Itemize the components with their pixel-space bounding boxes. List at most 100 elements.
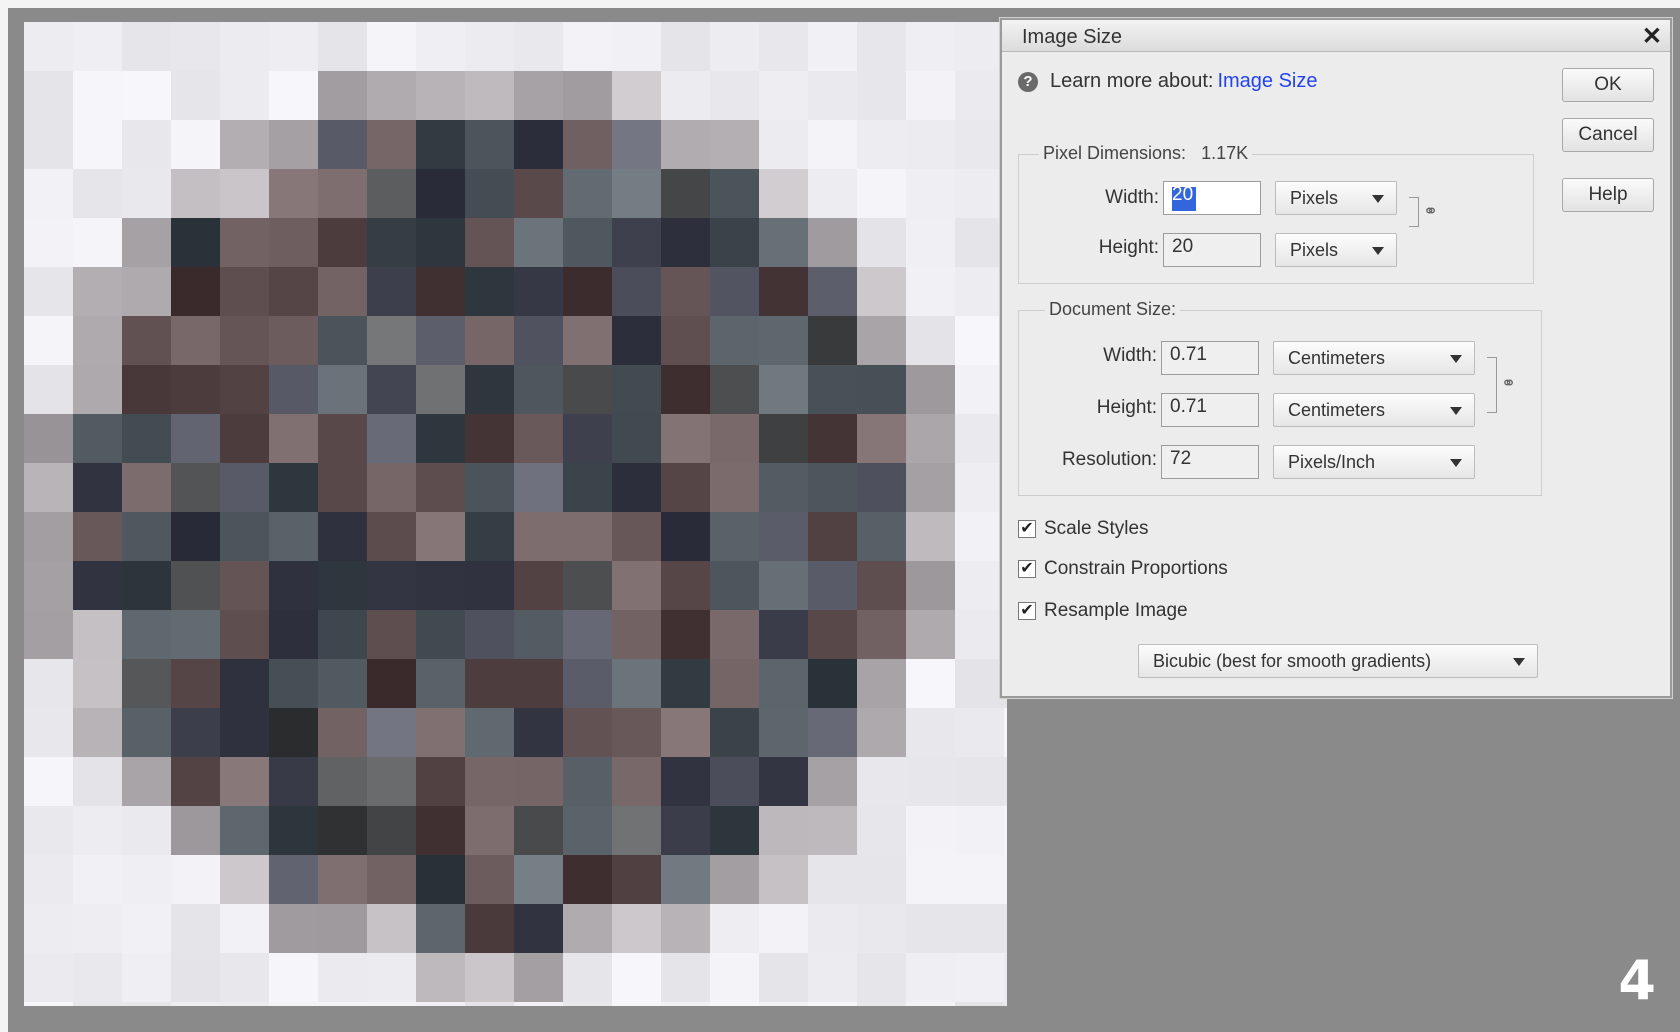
resolution-input[interactable]: 72 xyxy=(1161,445,1259,479)
image-pixel-block xyxy=(710,708,759,757)
image-pixel-block xyxy=(808,22,857,71)
image-size-help-link[interactable]: Image Size xyxy=(1217,70,1317,93)
help-button[interactable]: Help xyxy=(1562,178,1654,212)
image-pixel-block xyxy=(318,1002,367,1006)
image-pixel-block xyxy=(955,659,1004,708)
image-pixel-block xyxy=(367,512,416,561)
image-pixel-block xyxy=(906,218,955,267)
image-pixel-block xyxy=(416,757,465,806)
image-pixel-block xyxy=(710,71,759,120)
ok-button[interactable]: OK xyxy=(1562,68,1654,102)
image-pixel-block xyxy=(122,561,171,610)
image-pixel-block xyxy=(857,22,906,71)
image-pixel-block xyxy=(24,953,73,1002)
image-pixel-block xyxy=(759,904,808,953)
image-pixel-block xyxy=(171,708,220,757)
image-pixel-block xyxy=(612,316,661,365)
doc-height-input[interactable]: 0.71 xyxy=(1161,393,1259,427)
doc-height-unit-select[interactable]: Centimeters xyxy=(1273,393,1475,427)
image-pixel-block xyxy=(367,561,416,610)
image-pixel-block xyxy=(661,904,710,953)
image-pixel-block xyxy=(269,659,318,708)
doc-width-input[interactable]: 0.71 xyxy=(1161,341,1259,375)
help-circle-icon: ? xyxy=(1018,71,1038,92)
constrain-proportions-checkbox[interactable]: ✔ xyxy=(1018,560,1036,578)
pixel-width-input[interactable]: 20 xyxy=(1163,181,1261,215)
image-pixel-block xyxy=(122,512,171,561)
image-pixel-block xyxy=(122,855,171,904)
dialog-titlebar[interactable]: Image Size ✕ xyxy=(1002,20,1670,52)
image-pixel-block xyxy=(955,218,1004,267)
image-pixel-block xyxy=(857,953,906,1002)
image-pixel-block xyxy=(514,1002,563,1006)
image-pixel-block xyxy=(24,267,73,316)
image-pixel-block xyxy=(318,561,367,610)
image-pixel-block xyxy=(710,659,759,708)
image-pixel-block xyxy=(710,610,759,659)
image-pixel-block xyxy=(808,365,857,414)
image-pixel-block xyxy=(612,610,661,659)
image-pixel-block xyxy=(955,1002,1004,1006)
image-pixel-block xyxy=(759,953,808,1002)
resample-image-checkbox[interactable]: ✔ xyxy=(1018,602,1036,620)
image-pixel-block xyxy=(906,708,955,757)
image-pixel-block xyxy=(759,120,808,169)
image-pixel-block xyxy=(808,561,857,610)
image-pixel-block xyxy=(1004,904,1007,953)
image-pixel-block xyxy=(465,512,514,561)
image-pixel-block xyxy=(661,610,710,659)
image-pixel-block xyxy=(612,414,661,463)
image-pixel-block xyxy=(514,316,563,365)
image-pixel-block xyxy=(24,904,73,953)
image-pixel-block xyxy=(661,120,710,169)
image-pixel-block xyxy=(465,904,514,953)
image-pixel-block xyxy=(367,855,416,904)
pixel-width-label: Width: xyxy=(1105,187,1159,208)
image-pixel-block xyxy=(416,610,465,659)
resample-method-select[interactable]: Bicubic (best for smooth gradients) xyxy=(1138,644,1538,678)
image-pixel-block xyxy=(318,365,367,414)
image-pixel-block xyxy=(955,708,1004,757)
image-pixel-block xyxy=(171,365,220,414)
image-pixel-block xyxy=(563,806,612,855)
image-pixel-block xyxy=(171,218,220,267)
image-pixel-block xyxy=(661,659,710,708)
image-pixel-block xyxy=(759,365,808,414)
image-pixel-block xyxy=(171,120,220,169)
pixel-width-unit-select[interactable]: Pixels xyxy=(1275,181,1397,215)
scale-styles-checkbox[interactable]: ✔ xyxy=(1018,520,1036,538)
image-pixel-block xyxy=(661,855,710,904)
pixel-height-unit-select[interactable]: Pixels xyxy=(1275,233,1397,267)
image-pixel-block xyxy=(710,169,759,218)
pixel-dimensions-group: Pixel Dimensions: 1.17K Width: 20 Pixels… xyxy=(1018,143,1534,284)
image-size-dialog: Image Size ✕ ? Learn more about: Image S… xyxy=(1000,18,1672,698)
image-pixel-block xyxy=(514,120,563,169)
image-pixel-block xyxy=(759,610,808,659)
image-pixel-block xyxy=(220,757,269,806)
image-pixel-block xyxy=(269,512,318,561)
step-number: 4 xyxy=(1618,949,1656,1012)
image-pixel-block xyxy=(220,953,269,1002)
image-pixel-block xyxy=(808,512,857,561)
image-pixel-block xyxy=(367,267,416,316)
image-pixel-block xyxy=(367,953,416,1002)
image-pixel-block xyxy=(612,708,661,757)
image-pixel-block xyxy=(24,512,73,561)
pixel-height-input[interactable]: 20 xyxy=(1163,233,1261,267)
image-pixel-block xyxy=(563,218,612,267)
image-pixel-block xyxy=(171,757,220,806)
close-icon[interactable]: ✕ xyxy=(1642,22,1662,51)
image-pixel-block xyxy=(710,365,759,414)
image-pixel-block xyxy=(318,120,367,169)
image-pixel-block xyxy=(514,414,563,463)
doc-width-unit-select[interactable]: Centimeters xyxy=(1273,341,1475,375)
cancel-button[interactable]: Cancel xyxy=(1562,118,1654,152)
doc-height-label: Height: xyxy=(1096,397,1157,418)
image-pixel-block xyxy=(808,71,857,120)
image-pixel-block xyxy=(808,659,857,708)
image-pixel-block xyxy=(269,610,318,659)
image-pixel-block xyxy=(514,22,563,71)
image-pixel-block xyxy=(759,1002,808,1006)
resolution-unit-select[interactable]: Pixels/Inch xyxy=(1273,445,1475,479)
image-pixel-block xyxy=(759,267,808,316)
